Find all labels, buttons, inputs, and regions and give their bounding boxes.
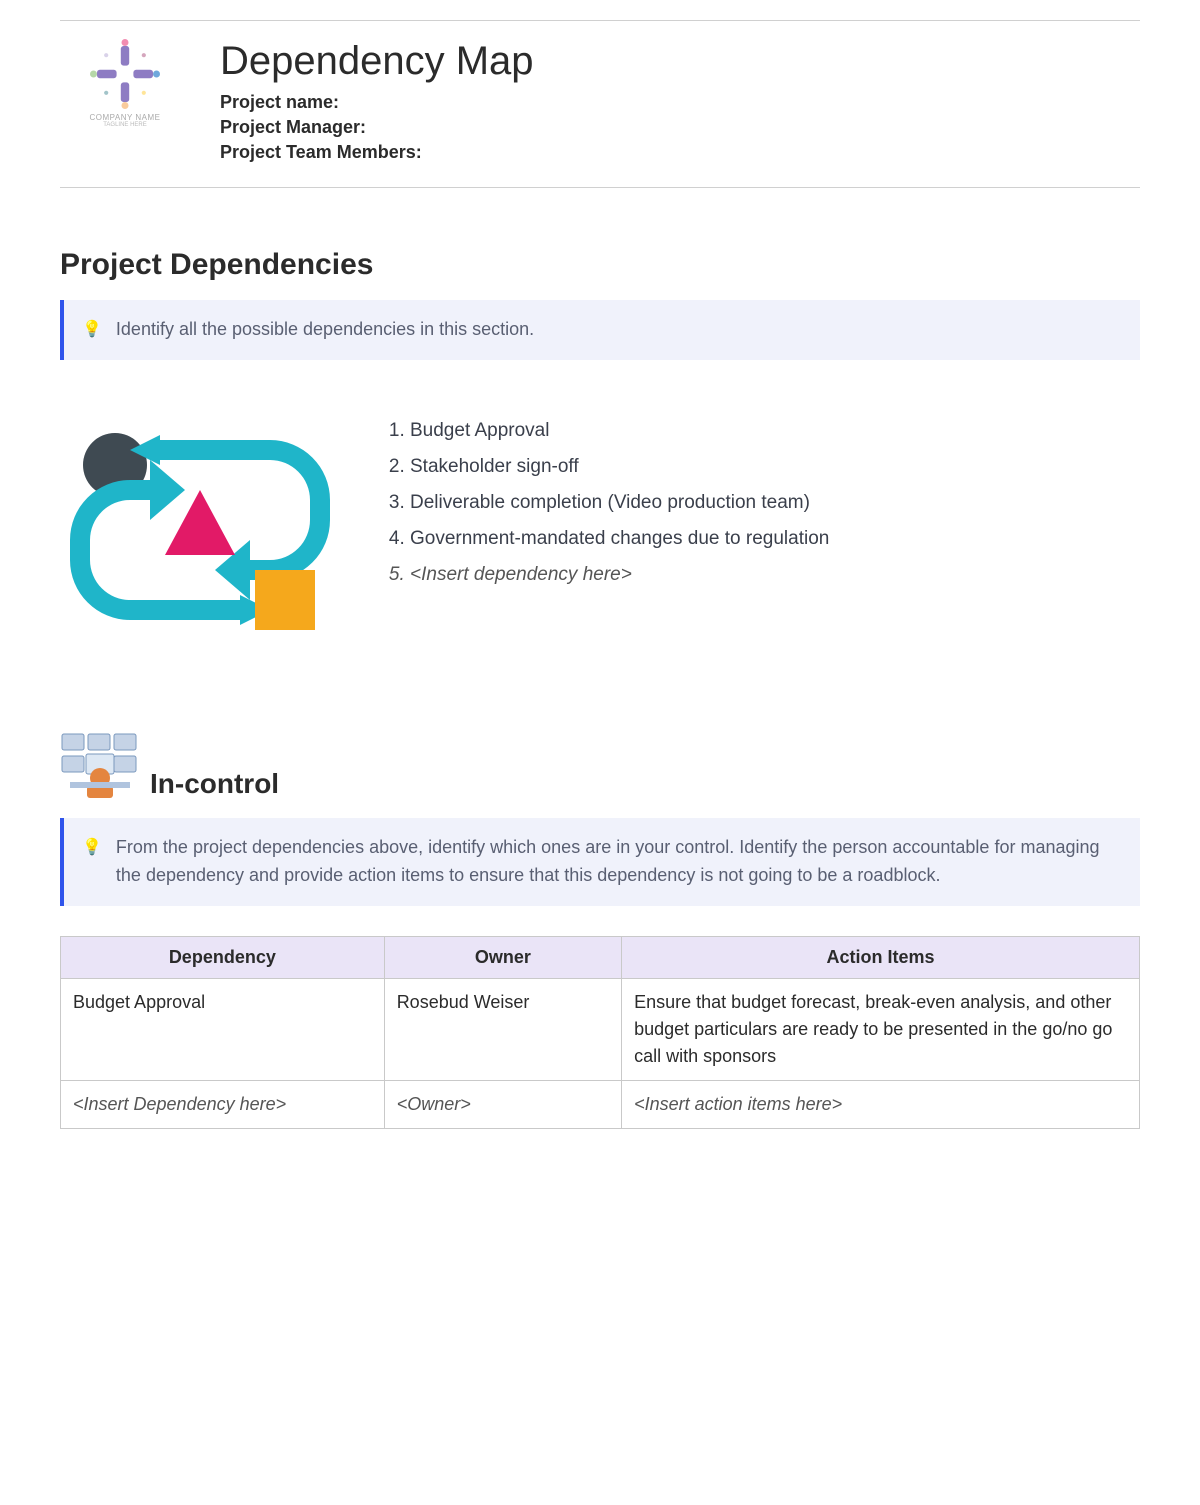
logo-subcaption: TAGLINE HERE xyxy=(103,122,147,128)
callout-dependencies: 💡 Identify all the possible dependencies… xyxy=(60,300,1140,360)
th-dependency: Dependency xyxy=(61,936,385,978)
callout-in-control: 💡 From the project dependencies above, i… xyxy=(60,818,1140,906)
meta-project-name: Project name: xyxy=(220,92,534,113)
list-item: Stakeholder sign-off xyxy=(410,456,829,478)
cell-owner: Rosebud Weiser xyxy=(384,978,621,1080)
header-divider xyxy=(60,187,1140,188)
list-item: Deliverable completion (Video production… xyxy=(410,492,829,514)
meta-project-manager: Project Manager: xyxy=(220,117,534,138)
cell-action: <Insert action items here> xyxy=(622,1080,1140,1128)
cell-dependency: <Insert Dependency here> xyxy=(61,1080,385,1128)
table-row: Budget Approval Rosebud Weiser Ensure th… xyxy=(61,978,1140,1080)
th-action: Action Items xyxy=(622,936,1140,978)
section-dependencies-title: Project Dependencies xyxy=(60,248,1140,282)
lightbulb-icon: 💡 xyxy=(82,836,102,861)
callout-text: From the project dependencies above, ide… xyxy=(116,834,1122,890)
document-header: COMPANY NAME TAGLINE HERE Dependency Map… xyxy=(60,39,1140,167)
table-header-row: Dependency Owner Action Items xyxy=(61,936,1140,978)
section-in-control-header: In-control xyxy=(60,730,1140,800)
list-item: Budget Approval xyxy=(410,420,829,442)
page-title: Dependency Map xyxy=(220,39,534,84)
company-logo: COMPANY NAME TAGLINE HERE xyxy=(60,39,190,128)
logo-icon xyxy=(90,39,160,109)
header-text: Dependency Map Project name: Project Man… xyxy=(220,39,534,167)
section-in-control-title: In-control xyxy=(150,768,279,800)
process-diagram-icon xyxy=(60,420,340,640)
list-item-placeholder: <Insert dependency here> xyxy=(410,564,829,586)
list-item: Government-mandated changes due to regul… xyxy=(410,528,829,550)
dependencies-list: Budget Approval Stakeholder sign-off Del… xyxy=(380,420,829,600)
th-owner: Owner xyxy=(384,936,621,978)
cell-action: Ensure that budget forecast, break-even … xyxy=(622,978,1140,1080)
meta-team-members: Project Team Members: xyxy=(220,142,534,163)
callout-text: Identify all the possible dependencies i… xyxy=(116,316,534,344)
cell-owner: <Owner> xyxy=(384,1080,621,1128)
lightbulb-icon: 💡 xyxy=(82,318,102,343)
top-divider xyxy=(60,20,1140,21)
in-control-table: Dependency Owner Action Items Budget App… xyxy=(60,936,1140,1129)
control-panel-icon xyxy=(60,730,140,800)
cell-dependency: Budget Approval xyxy=(61,978,385,1080)
logo-caption: COMPANY NAME xyxy=(89,113,160,122)
table-row-placeholder: <Insert Dependency here> <Owner> <Insert… xyxy=(61,1080,1140,1128)
dependencies-row: Budget Approval Stakeholder sign-off Del… xyxy=(60,420,1140,640)
